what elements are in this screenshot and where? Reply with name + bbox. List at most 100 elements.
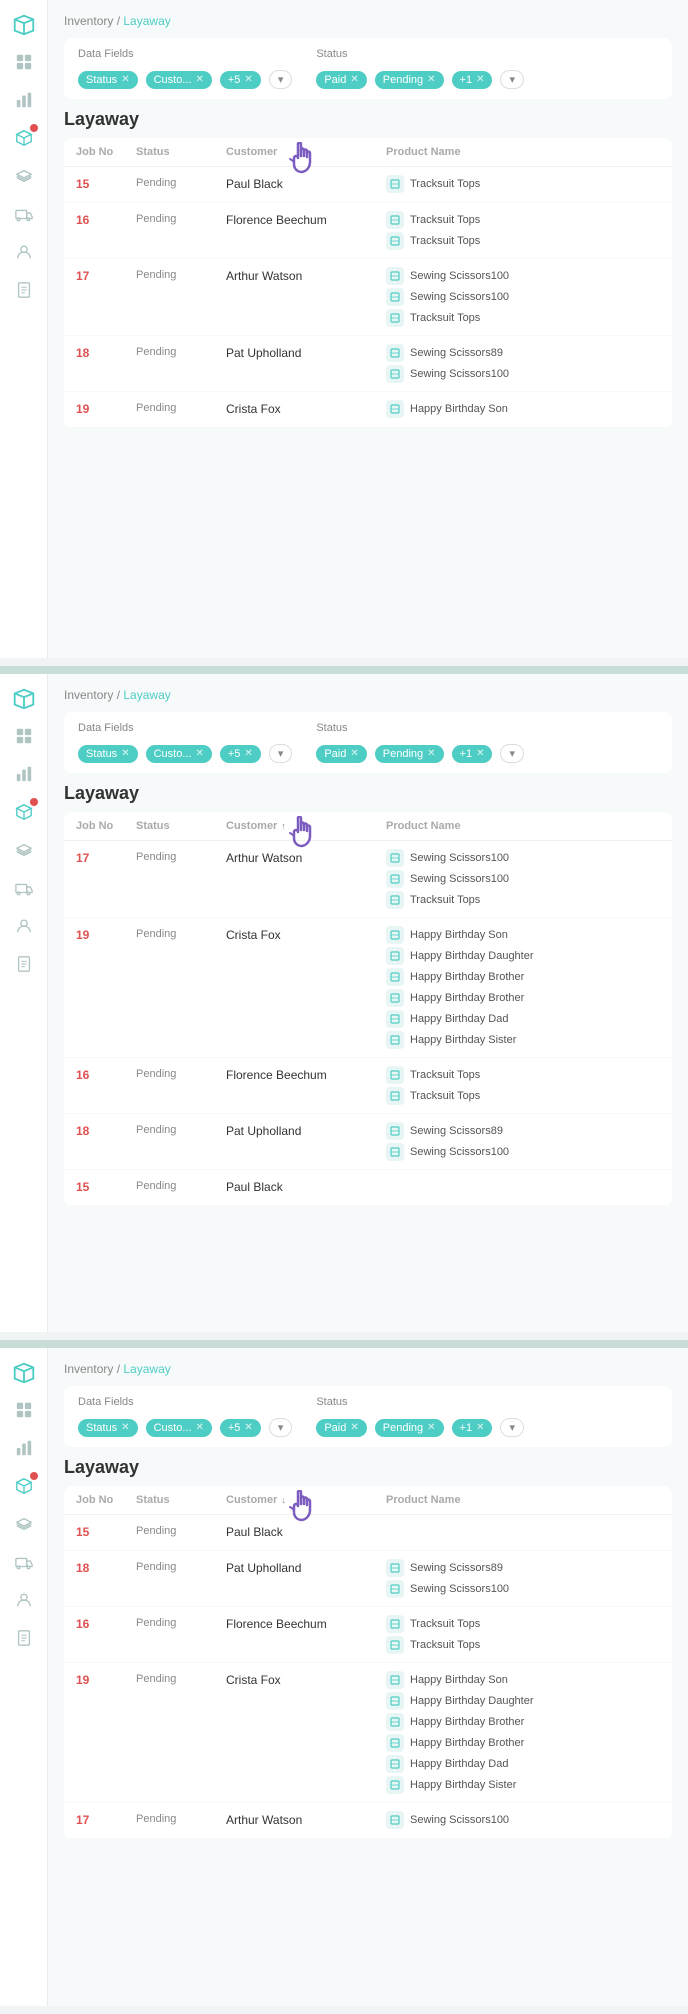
product-item: Happy Birthday Dad: [386, 1010, 660, 1028]
product-thumbnail: [386, 891, 404, 909]
tag-plus5-tag[interactable]: +5 ✕: [220, 71, 261, 89]
table-row[interactable]: 15PendingPaul Black: [64, 1170, 672, 1206]
tag-status-tag[interactable]: Status ✕: [78, 745, 138, 763]
table-row[interactable]: 18PendingPat UphollandSewing Scissors89S…: [64, 1551, 672, 1607]
data-fields-dropdown[interactable]: ▾: [269, 744, 293, 763]
cell-customer: Paul Black: [226, 1178, 386, 1194]
table-row[interactable]: 18PendingPat UphollandSewing Scissors89S…: [64, 1114, 672, 1170]
product-thumbnail: [386, 1010, 404, 1028]
product-thumbnail: [386, 926, 404, 944]
cell-status: Pending: [136, 1615, 226, 1629]
status-dropdown[interactable]: ▾: [500, 1418, 524, 1437]
logo: [11, 686, 37, 717]
cell-products: Sewing Scissors89Sewing Scissors100: [386, 1559, 660, 1598]
breadcrumb-parent[interactable]: Inventory: [64, 688, 113, 702]
data-fields-dropdown[interactable]: ▾: [269, 1418, 293, 1437]
sidebar-icon-cube[interactable]: [13, 801, 35, 823]
logo: [11, 1360, 37, 1391]
table-row[interactable]: 16PendingFlorence BeechumTracksuit TopsT…: [64, 1607, 672, 1663]
product-thumbnail: [386, 365, 404, 383]
breadcrumb: Inventory / Layaway: [64, 688, 672, 702]
tag-custo-tag[interactable]: Custo... ✕: [146, 71, 212, 89]
col-customer-label: Customer: [226, 146, 277, 158]
product-item: Tracksuit Tops: [386, 1615, 660, 1633]
product-name: Happy Birthday Son: [410, 403, 508, 415]
product-item: Tracksuit Tops: [386, 1087, 660, 1105]
col-header-customer[interactable]: Customer↓: [226, 1494, 386, 1506]
table-row[interactable]: 19PendingCrista FoxHappy Birthday SonHap…: [64, 1663, 672, 1803]
sidebar-icon-grid[interactable]: [13, 51, 35, 73]
section-panel-1: Inventory / Layaway Data Fields Status ✕ Cu…: [0, 674, 688, 1332]
product-item: Happy Birthday Brother: [386, 968, 660, 986]
status-tag-plus1-tag[interactable]: +1 ✕: [452, 745, 493, 763]
status-label: Status: [316, 722, 524, 734]
col-header-customer[interactable]: Customer: [226, 146, 386, 158]
status-tag-pending-tag[interactable]: Pending ✕: [375, 1419, 444, 1437]
sidebar-icon-cube[interactable]: [13, 127, 35, 149]
sidebar-icon-user[interactable]: [13, 241, 35, 263]
tag-status-tag[interactable]: Status ✕: [78, 1419, 138, 1437]
sidebar: [0, 0, 48, 658]
table-row[interactable]: 15PendingPaul Black: [64, 1515, 672, 1551]
sidebar-icon-document[interactable]: [13, 279, 35, 301]
sidebar-icon-truck[interactable]: [13, 203, 35, 225]
sidebar-icon-layers[interactable]: [13, 839, 35, 861]
tag-custo-tag[interactable]: Custo... ✕: [146, 745, 212, 763]
product-name: Happy Birthday Daughter: [410, 950, 534, 962]
breadcrumb-parent[interactable]: Inventory: [64, 14, 113, 28]
sidebar-icon-document[interactable]: [13, 1627, 35, 1649]
tag-plus5-tag[interactable]: +5 ✕: [220, 1419, 261, 1437]
table-row[interactable]: 17PendingArthur WatsonSewing Scissors100: [64, 1803, 672, 1839]
tag-status-tag[interactable]: Status ✕: [78, 71, 138, 89]
sidebar-icon-bar-chart[interactable]: [13, 1437, 35, 1459]
product-thumbnail: [386, 1734, 404, 1752]
status-tag-plus1-tag[interactable]: +1 ✕: [452, 1419, 493, 1437]
col-header-customer[interactable]: Customer↑: [226, 820, 386, 832]
table-row[interactable]: 17PendingArthur WatsonSewing Scissors100…: [64, 259, 672, 336]
status-tag-plus1-tag[interactable]: +1 ✕: [452, 71, 493, 89]
table-row[interactable]: 16PendingFlorence BeechumTracksuit TopsT…: [64, 203, 672, 259]
sidebar-icon-user[interactable]: [13, 1589, 35, 1611]
cell-customer: Paul Black: [226, 1523, 386, 1539]
status-tag-pending-tag[interactable]: Pending ✕: [375, 71, 444, 89]
status-dropdown[interactable]: ▾: [500, 70, 524, 89]
sidebar-icon-layers[interactable]: [13, 1513, 35, 1535]
sidebar-icon-cube[interactable]: [13, 1475, 35, 1497]
table-row[interactable]: 15PendingPaul BlackTracksuit Tops: [64, 167, 672, 203]
table-row[interactable]: 17PendingArthur WatsonSewing Scissors100…: [64, 841, 672, 918]
sidebar-icon-bar-chart[interactable]: [13, 763, 35, 785]
product-thumbnail: [386, 1776, 404, 1794]
table-row[interactable]: 16PendingFlorence BeechumTracksuit TopsT…: [64, 1058, 672, 1114]
section-title: Layaway: [64, 109, 672, 130]
status-tag-paid-tag[interactable]: Paid ✕: [316, 745, 366, 763]
product-thumbnail: [386, 1755, 404, 1773]
sidebar-icon-grid[interactable]: [13, 725, 35, 747]
product-item: Happy Birthday Son: [386, 400, 660, 418]
sidebar-icon-bar-chart[interactable]: [13, 89, 35, 111]
sidebar-icon-truck[interactable]: [13, 877, 35, 899]
tag-custo-tag[interactable]: Custo... ✕: [146, 1419, 212, 1437]
sidebar-icon-grid[interactable]: [13, 1399, 35, 1421]
sidebar-icon-layers[interactable]: [13, 165, 35, 187]
table-row[interactable]: 19PendingCrista FoxHappy Birthday SonHap…: [64, 918, 672, 1058]
breadcrumb-parent[interactable]: Inventory: [64, 1362, 113, 1376]
table-row[interactable]: 19PendingCrista FoxHappy Birthday Son: [64, 392, 672, 428]
status-tag-paid-tag[interactable]: Paid ✕: [316, 71, 366, 89]
product-name: Sewing Scissors89: [410, 1125, 503, 1137]
status-dropdown[interactable]: ▾: [500, 744, 524, 763]
cell-products: Sewing Scissors100: [386, 1811, 660, 1829]
cell-customer: Arthur Watson: [226, 849, 386, 865]
product-name: Happy Birthday Daughter: [410, 1695, 534, 1707]
status-col: Status Paid ✕ Pending ✕ +1 ✕ ▾: [316, 722, 524, 763]
data-fields-dropdown[interactable]: ▾: [269, 70, 293, 89]
tag-plus5-tag[interactable]: +5 ✕: [220, 745, 261, 763]
status-tag-paid-tag[interactable]: Paid ✕: [316, 1419, 366, 1437]
product-item: Happy Birthday Sister: [386, 1776, 660, 1794]
sidebar-icon-user[interactable]: [13, 915, 35, 937]
status-tag-pending-tag[interactable]: Pending ✕: [375, 745, 444, 763]
table-row[interactable]: 18PendingPat UphollandSewing Scissors89S…: [64, 336, 672, 392]
sidebar-icon-document[interactable]: [13, 953, 35, 975]
product-name: Sewing Scissors100: [410, 368, 509, 380]
data-fields-label: Data Fields: [78, 722, 292, 734]
sidebar-icon-truck[interactable]: [13, 1551, 35, 1573]
